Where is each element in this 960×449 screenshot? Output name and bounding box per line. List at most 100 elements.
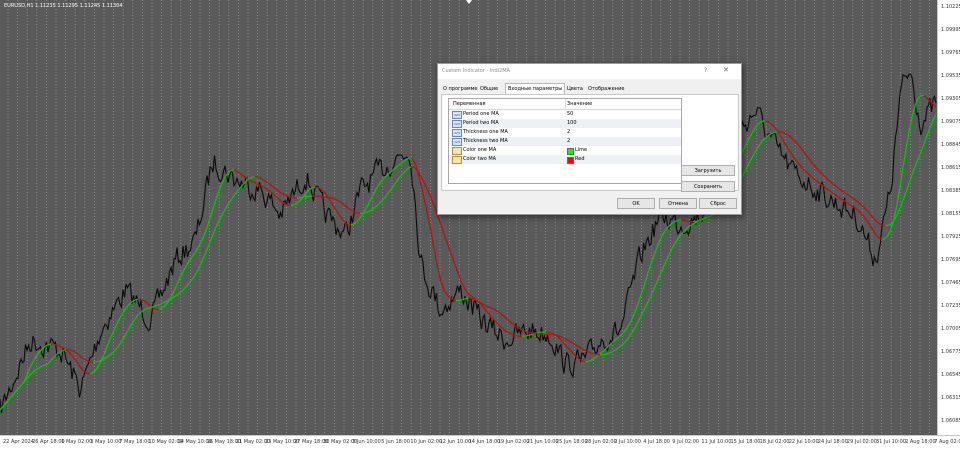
price-label: 1.08385	[941, 188, 960, 194]
ma-two-line	[180, 290, 183, 293]
ma-two-line	[258, 177, 261, 178]
color-swatch[interactable]	[567, 148, 574, 155]
ma-two-line	[798, 144, 801, 148]
ma-one-line	[357, 218, 360, 222]
ma-one-line	[54, 344, 57, 345]
price-label: 1.10225	[941, 4, 960, 10]
price-label: 1.09995	[941, 27, 960, 33]
ma-two-line	[906, 184, 909, 193]
ma-one-line	[267, 189, 270, 191]
shift-marker-icon[interactable]	[466, 0, 472, 4]
param-name: Period one MA	[463, 110, 499, 119]
cancel-button[interactable]: Отмена	[659, 198, 697, 209]
ma-two-line	[291, 197, 294, 198]
param-value[interactable]: 100	[567, 119, 577, 128]
table-row[interactable]: 123 Thickness two MA 2	[449, 137, 681, 146]
ma-two-line	[924, 136, 927, 144]
ma-one-line	[525, 336, 528, 337]
ma-one-line	[777, 130, 780, 135]
ma-one-line	[588, 360, 591, 361]
reset-button[interactable]: Сброс	[699, 198, 737, 209]
ma-one-line	[450, 298, 453, 300]
ma-one-line	[882, 239, 885, 240]
column-divider	[565, 99, 566, 109]
ma-two-line	[96, 361, 99, 362]
param-value[interactable]: 50	[567, 110, 573, 119]
ma-two-line	[897, 208, 900, 215]
dialog-titlebar[interactable]: Custom Indicator - Indi2MA ? ✕	[438, 64, 741, 79]
param-value[interactable]: 2	[567, 137, 570, 146]
ma-one-line	[396, 165, 399, 168]
param-value[interactable]: Red	[575, 155, 585, 164]
time-label: 25 Jun 18:00	[556, 439, 588, 445]
ma-two-line	[483, 304, 486, 306]
time-label: 2 Aug 18:00	[905, 439, 936, 445]
table-row[interactable]: Color one MA Lime	[449, 146, 681, 155]
ma-two-line	[837, 187, 840, 189]
ma-two-line	[816, 167, 819, 170]
time-axis[interactable]: 22 Apr 202426 Apr 18:001 May 02:003 May …	[0, 435, 960, 449]
ma-one-line	[747, 137, 750, 143]
close-icon[interactable]: ✕	[723, 66, 729, 74]
ma-one-line	[60, 346, 63, 348]
ma-two-line	[687, 226, 690, 228]
ma-two-line	[858, 202, 861, 205]
help-icon[interactable]: ?	[704, 67, 707, 74]
ma-two-line	[282, 193, 285, 195]
table-row[interactable]: 123 Period one MA 50	[449, 110, 681, 119]
ma-two-line	[387, 191, 390, 195]
ma-two-line	[834, 185, 837, 187]
ma-two-line	[147, 308, 150, 309]
ma-one-line	[744, 143, 747, 149]
ma-one-line	[810, 176, 813, 179]
ma-one-line	[912, 106, 915, 117]
ma-two-line	[135, 315, 138, 319]
param-value[interactable]: Lime	[575, 146, 587, 155]
ma-two-line	[465, 289, 468, 293]
parameters-table[interactable]: Переменная Значение 123 Period one MA 50…	[448, 98, 682, 184]
ma-two-line	[279, 191, 282, 193]
ma-two-line	[843, 191, 846, 193]
load-button[interactable]: Загрузить	[681, 165, 735, 176]
ma-one-line	[192, 253, 195, 257]
ma-one-line	[765, 121, 768, 122]
ma-one-line	[372, 191, 375, 197]
ma-two-line	[129, 323, 132, 328]
table-row[interactable]: 123 Period two MA 100	[449, 119, 681, 128]
save-button[interactable]: Сохранить	[681, 181, 735, 192]
ma-one-line	[330, 200, 333, 205]
ma-one-line	[813, 178, 816, 180]
ma-one-line	[561, 340, 564, 344]
ma-two-line	[159, 304, 162, 305]
table-row[interactable]: Color two MA Red	[449, 155, 681, 164]
price-label: 1.06775	[941, 349, 960, 355]
ma-two-line	[789, 136, 792, 139]
ma-two-line	[33, 370, 36, 372]
ma-one-line	[756, 123, 759, 126]
ma-one-line	[504, 330, 507, 332]
ma-one-line	[924, 95, 927, 98]
ma-two-line	[486, 306, 489, 307]
color-swatch[interactable]	[567, 157, 574, 164]
ma-one-line	[261, 186, 264, 188]
ma-one-line	[309, 188, 312, 190]
ma-two-line	[429, 193, 432, 200]
ma-one-line	[123, 308, 126, 313]
ma-two-line	[846, 194, 849, 196]
ma-two-line	[138, 312, 141, 315]
ma-two-line	[504, 316, 507, 319]
ok-button[interactable]: OK	[617, 198, 655, 209]
time-label: 5 Jun 18:00	[381, 439, 410, 445]
ma-two-line	[555, 335, 558, 336]
ma-two-line	[582, 349, 585, 351]
ma-one-line	[30, 362, 33, 368]
ma-two-line	[231, 196, 234, 200]
ma-one-line	[420, 181, 423, 194]
price-axis[interactable]: 1.102251.099951.097651.095351.093051.090…	[937, 0, 960, 435]
ma-two-line	[432, 200, 435, 208]
ma-two-line	[336, 200, 339, 202]
ma-two-line	[477, 300, 480, 302]
table-row[interactable]: 123 Thickness one MA 2	[449, 128, 681, 137]
ma-two-line	[45, 364, 48, 365]
param-value[interactable]: 2	[567, 128, 570, 137]
